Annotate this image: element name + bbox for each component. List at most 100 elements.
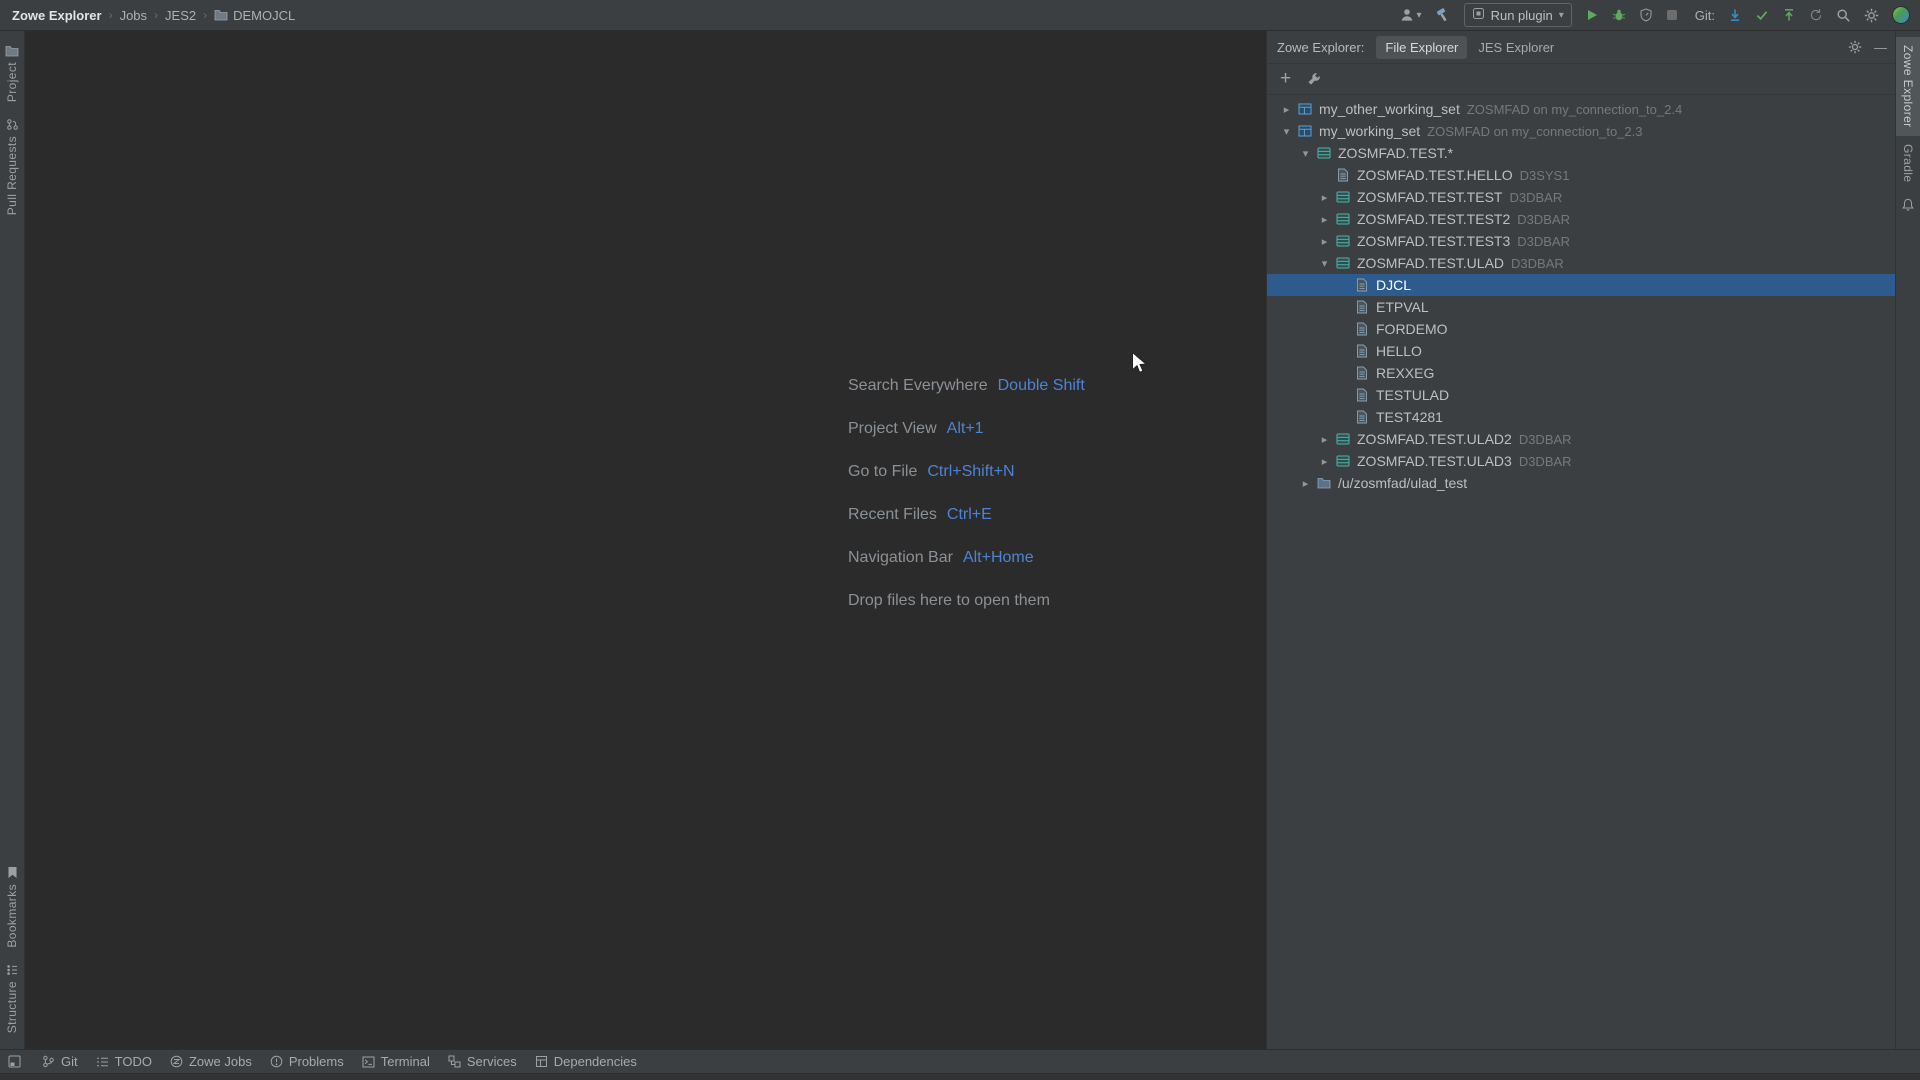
- tree-item-zosmfad-test-ulad[interactable]: ▾ZOSMFAD.TEST.ULADD3DBAR: [1267, 252, 1895, 274]
- tree-item-label: my_other_working_set: [1319, 101, 1460, 117]
- chevron-expanded-icon[interactable]: ▾: [1315, 257, 1334, 270]
- git-push-button[interactable]: [1782, 8, 1796, 22]
- dependencies-icon: [535, 1055, 548, 1068]
- tree-item-u-zosmfad-ulad-test[interactable]: ▸/u/zosmfad/ulad_test: [1267, 472, 1895, 494]
- folder-icon: [214, 9, 228, 21]
- profile-avatar[interactable]: [1892, 6, 1910, 24]
- build-project-button[interactable]: [1435, 7, 1451, 23]
- tool-stripe-button-bell-icon[interactable]: [1896, 190, 1920, 219]
- zowe-explorer-panel: Zowe Explorer: File ExplorerJES Explorer…: [1266, 31, 1895, 1049]
- wrench-icon[interactable]: [1307, 72, 1321, 86]
- member-icon: [1353, 299, 1371, 315]
- tree-item-label: DJCL: [1376, 277, 1411, 293]
- shortcut-keys: Double Shift: [998, 377, 1085, 395]
- breadcrumb-label: DEMOJCL: [233, 8, 295, 23]
- git-update-button[interactable]: [1728, 8, 1742, 22]
- tree-item-zosmfad-test-ulad3[interactable]: ▸ZOSMFAD.TEST.ULAD3D3DBAR: [1267, 450, 1895, 472]
- tree-item-djcl[interactable]: DJCL: [1267, 274, 1895, 296]
- tree-item-zosmfad-test[interactable]: ▾ZOSMFAD.TEST.*: [1267, 142, 1895, 164]
- shortcut-keys: Ctrl+E: [947, 506, 992, 524]
- drop-hint-row: Drop files here to open them: [848, 579, 1085, 622]
- tab-jes-explorer[interactable]: JES Explorer: [1469, 36, 1563, 59]
- tree-item-zosmfad-test-test3[interactable]: ▸ZOSMFAD.TEST.TEST3D3DBAR: [1267, 230, 1895, 252]
- tree-item-hello[interactable]: HELLO: [1267, 340, 1895, 362]
- search-icon: [1836, 8, 1851, 23]
- hide-panel-icon[interactable]: —: [1874, 40, 1887, 55]
- bug-icon: [1612, 8, 1626, 22]
- shortcut-hint-list: Search EverywhereDouble ShiftProject Vie…: [848, 364, 1085, 579]
- chevron-collapsed-icon[interactable]: ▸: [1277, 103, 1296, 116]
- chevron-collapsed-icon[interactable]: ▸: [1315, 433, 1334, 446]
- tab-file-explorer[interactable]: File Explorer: [1376, 36, 1467, 59]
- tree-item-my-other-working-set[interactable]: ▸my_other_working_setZOSMFAD on my_conne…: [1267, 98, 1895, 120]
- shortcut-label: Recent Files: [848, 506, 937, 524]
- tree-item-suffix: D3DBAR: [1517, 212, 1570, 227]
- tool-stripe-button-bookmarks[interactable]: Bookmarks: [0, 858, 24, 956]
- chevron-expanded-icon[interactable]: ▾: [1296, 147, 1315, 160]
- tree-item-my-working-set[interactable]: ▾my_working_setZOSMFAD on my_connection_…: [1267, 120, 1895, 142]
- bottom-bar-label: Dependencies: [554, 1054, 637, 1069]
- terminal-icon: [362, 1056, 375, 1068]
- settings-button[interactable]: [1864, 8, 1879, 23]
- right-stripe-top-group: Zowe ExplorerGradle: [1896, 31, 1920, 219]
- bottom-bar-item-problems[interactable]: Problems: [261, 1054, 353, 1069]
- tool-stripe-button-gradle[interactable]: Gradle: [1896, 136, 1920, 190]
- breadcrumb-item-jes2[interactable]: JES2: [165, 8, 196, 23]
- chevron-expanded-icon[interactable]: ▾: [1277, 125, 1296, 138]
- panel-gear-icon[interactable]: [1848, 40, 1862, 54]
- bottom-bar-item-dependencies[interactable]: Dependencies: [526, 1054, 646, 1069]
- bottom-bar-item-zowe-jobs[interactable]: Zowe Jobs: [161, 1054, 261, 1069]
- user-menu-button[interactable]: ▾: [1399, 7, 1422, 23]
- folder-icon: [5, 45, 19, 57]
- breadcrumb-label: Zowe Explorer: [12, 8, 102, 23]
- bottom-bar-item-terminal[interactable]: Terminal: [353, 1054, 439, 1069]
- tree-item-zosmfad-test-hello[interactable]: ZOSMFAD.TEST.HELLOD3SYS1: [1267, 164, 1895, 186]
- run-configuration-select[interactable]: Run plugin ▾: [1464, 3, 1572, 27]
- add-item-button[interactable]: +: [1280, 69, 1291, 88]
- panel-header: Zowe Explorer: File ExplorerJES Explorer…: [1267, 31, 1895, 64]
- tree-item-zosmfad-test-test[interactable]: ▸ZOSMFAD.TEST.TESTD3DBAR: [1267, 186, 1895, 208]
- tree-item-zosmfad-test-test2[interactable]: ▸ZOSMFAD.TEST.TEST2D3DBAR: [1267, 208, 1895, 230]
- chevron-collapsed-icon[interactable]: ▸: [1315, 213, 1334, 226]
- tree-item-label: ZOSMFAD.TEST.TEST3: [1357, 233, 1510, 249]
- debug-button[interactable]: [1612, 8, 1626, 22]
- pull-request-icon: [6, 118, 19, 131]
- tool-stripe-button-zowe-explorer[interactable]: Zowe Explorer: [1896, 37, 1920, 136]
- tool-stripe-button-structure[interactable]: Structure: [0, 956, 24, 1041]
- left-stripe-top-group: ProjectPull Requests: [0, 31, 24, 223]
- ide-window: Zowe Explorer›Jobs›JES2›DEMOJCL ▾ Run pl…: [0, 0, 1920, 1080]
- tool-stripe-button-project[interactable]: Project: [0, 37, 24, 110]
- tool-windows-icon[interactable]: [8, 1055, 21, 1068]
- status-bar: [0, 1073, 1920, 1080]
- tree-item-zosmfad-test-ulad2[interactable]: ▸ZOSMFAD.TEST.ULAD2D3DBAR: [1267, 428, 1895, 450]
- git-commit-button[interactable]: [1755, 8, 1769, 22]
- tree-item-fordemo[interactable]: FORDEMO: [1267, 318, 1895, 340]
- breadcrumb-item-zowe-explorer[interactable]: Zowe Explorer: [12, 8, 102, 23]
- bottom-bar-item-services[interactable]: Services: [439, 1054, 526, 1069]
- editor-area: Search EverywhereDouble ShiftProject Vie…: [25, 31, 1266, 1049]
- breadcrumb-item-demojcl[interactable]: DEMOJCL: [214, 8, 295, 23]
- chevron-collapsed-icon[interactable]: ▸: [1315, 191, 1334, 204]
- panel-header-actions: —: [1848, 40, 1887, 55]
- left-tool-stripe: ProjectPull Requests BookmarksStructure: [0, 31, 25, 1049]
- tool-stripe-button-pull-requests[interactable]: Pull Requests: [0, 110, 24, 223]
- run-button[interactable]: [1585, 8, 1599, 22]
- right-tool-stripe: Zowe ExplorerGradle: [1895, 31, 1920, 1049]
- panel-title: Zowe Explorer:: [1277, 40, 1364, 55]
- tree-item-test4281[interactable]: TEST4281: [1267, 406, 1895, 428]
- search-everywhere-button[interactable]: [1836, 8, 1851, 23]
- bottom-bar-item-todo[interactable]: TODO: [87, 1054, 161, 1069]
- bottom-bar-item-git[interactable]: Git: [33, 1054, 87, 1069]
- chevron-collapsed-icon[interactable]: ▸: [1296, 477, 1315, 490]
- run-with-coverage-button[interactable]: [1639, 8, 1653, 22]
- breadcrumb-item-jobs[interactable]: Jobs: [120, 8, 147, 23]
- stop-button[interactable]: [1666, 9, 1678, 21]
- chevron-collapsed-icon[interactable]: ▸: [1315, 455, 1334, 468]
- tree-item-rexxeg[interactable]: REXXEG: [1267, 362, 1895, 384]
- member-icon: [1353, 365, 1371, 381]
- tree-item-etpval[interactable]: ETPVAL: [1267, 296, 1895, 318]
- chevron-collapsed-icon[interactable]: ▸: [1315, 235, 1334, 248]
- rollback-button[interactable]: [1809, 8, 1823, 22]
- shortcut-keys: Alt+Home: [963, 549, 1034, 567]
- tree-item-testulad[interactable]: TESTULAD: [1267, 384, 1895, 406]
